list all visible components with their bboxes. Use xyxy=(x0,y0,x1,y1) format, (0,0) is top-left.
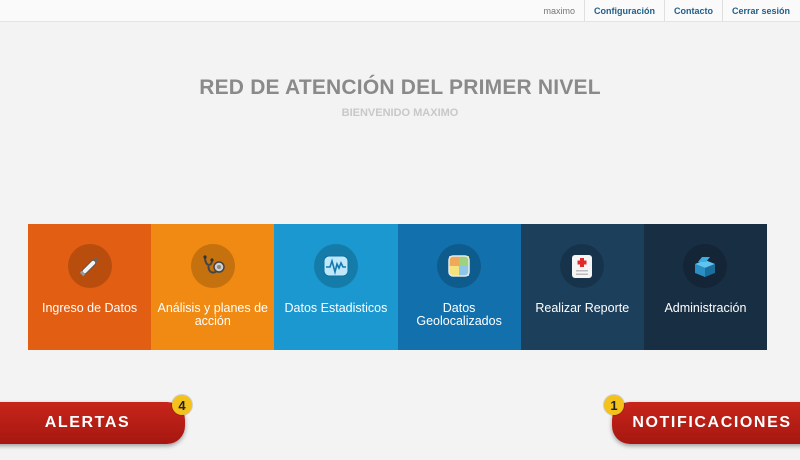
notifications-button[interactable]: NOTIFICACIONES xyxy=(612,402,800,444)
top-nav-bar: maximo Configuración Contacto Cerrar ses… xyxy=(0,0,800,22)
notifications-label: NOTIFICACIONES xyxy=(632,414,792,431)
tile-label: Ingreso de Datos xyxy=(41,301,138,315)
medical-report-icon xyxy=(560,244,605,288)
tile-ingreso-de-datos[interactable]: Ingreso de Datos xyxy=(28,224,152,350)
tile-label: Datos Estadisticos xyxy=(284,301,388,315)
logout-link[interactable]: Cerrar sesión xyxy=(721,0,800,21)
alerts-count-badge: 4 xyxy=(172,395,192,415)
tile-realizar-reporte[interactable]: Realizar Reporte xyxy=(520,224,644,350)
page-title: RED DE ATENCIÓN DEL PRIMER NIVEL xyxy=(199,76,601,99)
heartbeat-chart-icon xyxy=(313,244,358,288)
tile-label: Datos Geolocalizados xyxy=(416,301,502,328)
alerts-label: ALERTAS xyxy=(44,414,131,431)
module-tiles: Ingreso de Datos Análisis y planes de ac… xyxy=(28,224,768,350)
welcome-subtitle: BIENVENIDO MAXIMO xyxy=(341,107,459,119)
tile-administracion[interactable]: Administración xyxy=(643,224,768,350)
notifications-count-badge: 1 xyxy=(604,395,624,415)
username-label: maximo xyxy=(543,5,575,16)
tile-label: Realizar Reporte xyxy=(535,301,630,315)
alerts-button[interactable]: ALERTAS xyxy=(0,402,185,444)
stethoscope-icon xyxy=(190,244,235,288)
pen-icon xyxy=(67,244,112,288)
tile-analisis-y-planes[interactable]: Análisis y planes de acción xyxy=(151,224,275,350)
map-icon xyxy=(437,244,482,288)
settings-link[interactable]: Configuración xyxy=(583,0,664,21)
tile-datos-geolocalizados[interactable]: Datos Geolocalizados xyxy=(397,224,521,350)
admin-box-icon xyxy=(683,244,728,288)
tile-datos-estadisticos[interactable]: Datos Estadisticos xyxy=(274,224,398,350)
tile-label: Análisis y planes de acción xyxy=(157,301,268,328)
tile-label: Administración xyxy=(664,301,747,315)
contact-link[interactable]: Contacto xyxy=(663,0,722,21)
